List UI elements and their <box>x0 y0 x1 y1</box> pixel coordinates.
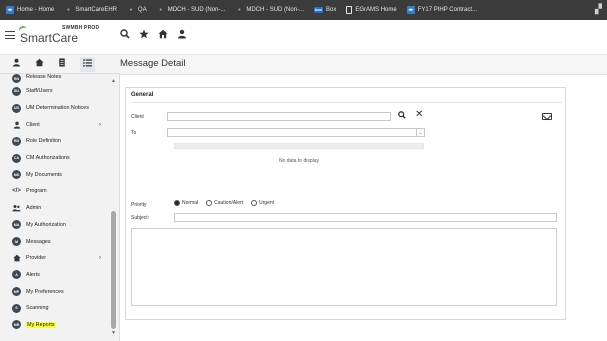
sidebar-item-my-reports[interactable]: MR My Reports <box>0 317 119 334</box>
sidebar-item-alerts[interactable]: A Alerts <box>0 267 119 284</box>
box-icon: box <box>314 7 324 13</box>
subject-input[interactable] <box>174 213 557 222</box>
section-divider <box>130 102 562 103</box>
sidebar-item-my-preferences[interactable]: MP My Preferences <box>0 283 119 300</box>
chevron-right-icon: › <box>99 255 101 262</box>
sidebar-item-admin[interactable]: Admin <box>0 200 119 217</box>
chevron-down-icon[interactable]: ⌄ <box>416 129 424 136</box>
my-documents-badge-icon: MD <box>12 170 21 180</box>
sidebar-item-role-definition[interactable]: RD Role Definition <box>0 133 119 150</box>
client-input[interactable] <box>167 112 391 121</box>
bookmark-home[interactable]: ◂▸ Home - Home <box>6 6 54 14</box>
dot-icon: ● <box>129 6 133 13</box>
radio-empty-icon <box>206 200 213 206</box>
sidebar: RN Release Notes SU Staff/Users UD UM Deter… <box>0 74 120 341</box>
scrollbar-thumb[interactable] <box>111 211 116 329</box>
bookmark-qa[interactable]: ● QA <box>127 6 147 14</box>
building-icon <box>12 254 21 263</box>
sidebar-item-my-authorization[interactable]: MA My Authorization <box>0 217 119 234</box>
my-preferences-badge-icon: MP <box>12 287 21 297</box>
person-icon <box>12 120 21 129</box>
priority-caution-radio[interactable]: Caution/Alert <box>206 200 243 206</box>
person-tab-icon[interactable] <box>12 58 21 70</box>
bookmark-fy17-pihp[interactable]: ◂▸ FY17 PIHP Contract... <box>406 6 477 14</box>
radio-empty-icon <box>251 200 258 206</box>
home-icon[interactable] <box>158 29 168 42</box>
message-body-textarea[interactable] <box>131 228 557 306</box>
arrows-icon: ◂▸ <box>6 6 14 14</box>
sidebar-item-release-notes[interactable]: RN Release Notes <box>0 74 119 83</box>
bookmark-mdch-sud-1[interactable]: ● MDCH - SUD (Non-... <box>157 6 225 14</box>
to-label: To <box>131 130 137 136</box>
user-icon[interactable] <box>177 29 187 42</box>
cm-authorizations-badge-icon: CA <box>12 153 21 163</box>
building-tab-icon[interactable] <box>35 58 44 70</box>
dot-icon: ● <box>159 6 163 13</box>
client-label: Client <box>131 114 144 120</box>
extension-icon[interactable]: ▞ <box>595 4 605 16</box>
client-search-icon[interactable] <box>398 111 406 121</box>
release-notes-badge-icon: RN <box>12 74 21 83</box>
priority-normal-radio[interactable]: Normal <box>174 200 198 206</box>
dot-icon: ● <box>237 6 241 13</box>
priority-options: Normal Caution/Alert Urgent <box>174 200 274 206</box>
my-reports-badge-icon: MR <box>12 320 21 330</box>
chevron-right-icon: › <box>99 121 101 128</box>
bookmark-mdch-sud-2[interactable]: ● MDCH - SUD (Non-... <box>235 6 304 14</box>
sidebar-item-my-documents[interactable]: MD My Documents <box>0 166 119 183</box>
sidebar-item-client[interactable]: Client › <box>0 116 119 133</box>
dot-icon: ● <box>66 6 70 13</box>
my-authorization-badge-icon: MA <box>12 220 21 230</box>
sidebar-item-messages[interactable]: M Messages <box>0 233 119 250</box>
hamburger-menu-icon[interactable] <box>5 31 15 39</box>
staff-users-badge-icon: SU <box>12 86 21 96</box>
app-header: SWMBH PROD SmartCare <box>0 20 607 55</box>
page-header: Message Detail <box>120 55 607 75</box>
subject-label: Subject: <box>131 215 150 221</box>
priority-urgent-radio[interactable]: Urgent <box>251 200 274 206</box>
document-icon <box>346 6 353 14</box>
section-title: General <box>131 92 154 98</box>
sidebar-scrollbar[interactable]: ▲ ▼ <box>110 78 117 341</box>
bookmark-egrams-home[interactable]: EGrAMS Home <box>346 6 397 14</box>
arrows-icon: ◂▸ <box>406 6 415 14</box>
smartcare-logo[interactable]: SmartCare <box>17 24 78 45</box>
sidebar-item-scanning[interactable]: S Scanning <box>0 300 119 317</box>
sidebar-tabs <box>0 55 120 74</box>
priority-label: Priority <box>131 202 147 208</box>
no-data-message: No data to display <box>278 158 320 164</box>
envelope-icon[interactable] <box>542 113 552 120</box>
main-content: General Client ✕ To ⌄ No data to display… <box>120 75 607 341</box>
sidebar-item-provider[interactable]: Provider › <box>0 250 119 267</box>
role-definition-badge-icon: RD <box>12 136 21 146</box>
people-icon <box>12 204 21 213</box>
list-tab-icon[interactable] <box>80 56 95 72</box>
star-icon[interactable] <box>139 29 149 42</box>
document-tab-icon[interactable] <box>58 58 66 70</box>
um-determination-badge-icon: UD <box>12 103 21 113</box>
radio-selected-icon <box>174 200 180 206</box>
messages-badge-icon: M <box>12 237 21 247</box>
sidebar-item-cm-authorizations[interactable]: CA CM Authorizations <box>0 150 119 167</box>
bookmark-box[interactable]: box Box <box>314 7 336 13</box>
scroll-down-icon[interactable]: ▼ <box>111 330 116 336</box>
bookmarks-bar: ◂▸ Home - Home ● SmartCareEHR ● QA ● MDCH - … <box>0 0 607 20</box>
clear-client-icon[interactable]: ✕ <box>415 109 423 120</box>
scroll-up-icon[interactable]: ▲ <box>111 78 116 84</box>
page-title: Message Detail <box>120 58 186 69</box>
search-icon[interactable] <box>120 29 130 42</box>
scanning-badge-icon: S <box>12 303 21 313</box>
sidebar-item-staff-users[interactable]: SU Staff/Users <box>0 83 119 100</box>
alerts-badge-icon: A <box>12 270 21 280</box>
recipients-grid-header <box>174 143 424 149</box>
general-section: General Client ✕ To ⌄ No data to display… <box>125 87 566 320</box>
sidebar-item-program[interactable]: </> Program <box>0 183 119 200</box>
header-toolbar <box>120 29 187 42</box>
sidebar-item-um-determination-notices[interactable]: UD UM Determination Notices <box>0 100 119 117</box>
bookmark-smartcareehr[interactable]: ● SmartCareEHR <box>64 6 117 14</box>
code-icon: </> <box>12 188 21 195</box>
to-dropdown[interactable]: ⌄ <box>167 128 425 137</box>
